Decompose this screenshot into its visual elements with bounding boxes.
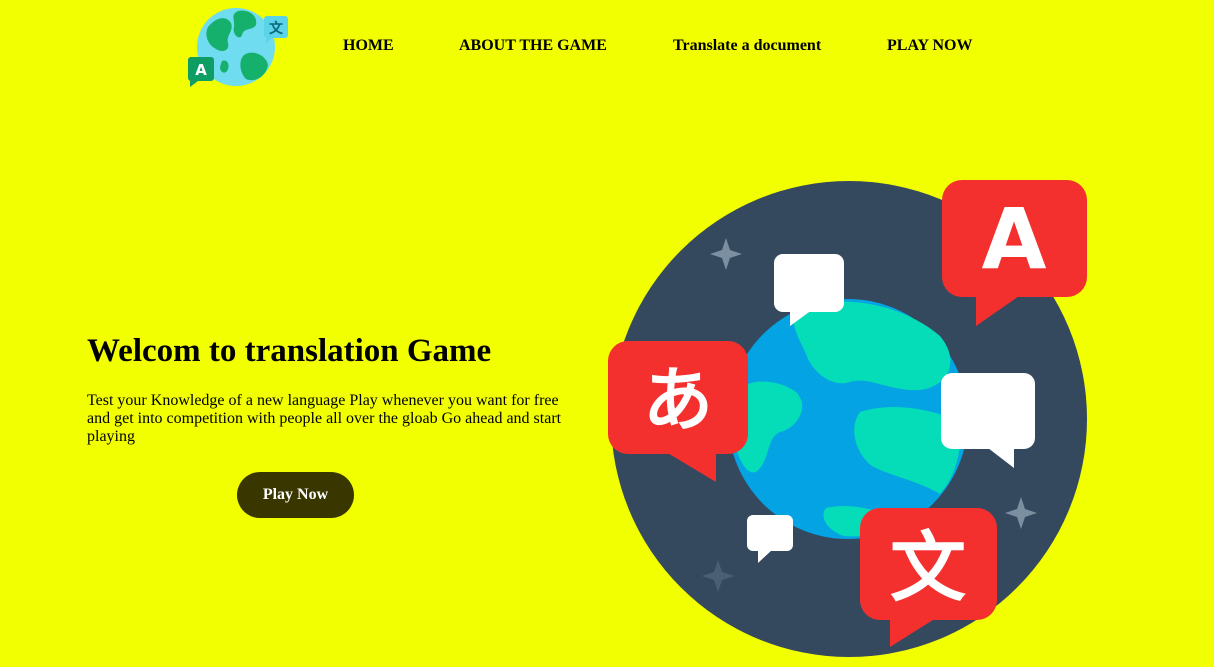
bubble-hiragana-glyph: あ bbox=[643, 359, 713, 441]
nav-home-link[interactable]: HOME bbox=[343, 37, 394, 55]
nav-translate-link[interactable]: Translate a document bbox=[673, 37, 821, 55]
hero-description: Test your Knowledge of a new language Pl… bbox=[87, 392, 562, 445]
bubble-wen-glyph: 文 bbox=[890, 523, 966, 612]
nav-play-link[interactable]: PLAY NOW bbox=[887, 37, 973, 55]
bubble-a-glyph: A bbox=[981, 190, 1046, 288]
hero-title: Welcom to translation Game bbox=[87, 333, 492, 369]
play-now-button[interactable]: Play Now bbox=[237, 472, 354, 518]
main-nav: HOME ABOUT THE GAME Translate a document… bbox=[0, 0, 1214, 94]
translation-globe-illustration: A あ 文 bbox=[608, 180, 1087, 657]
nav-about-link[interactable]: ABOUT THE GAME bbox=[459, 37, 607, 55]
